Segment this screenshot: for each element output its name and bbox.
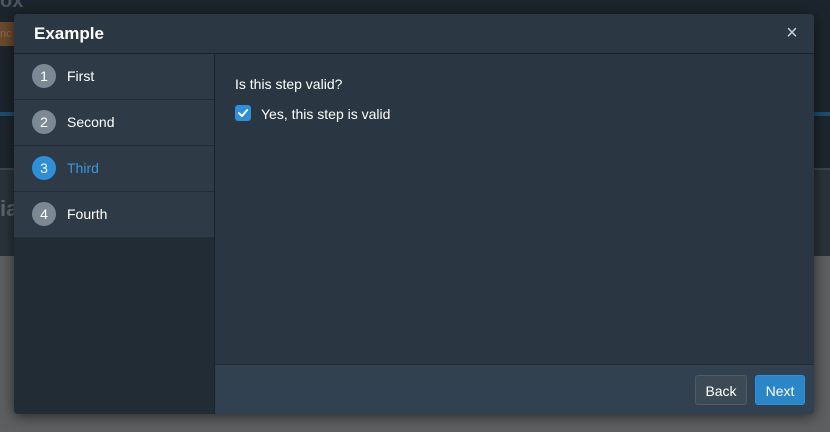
step-number: 4 (32, 202, 56, 226)
step-first[interactable]: 1 First (14, 54, 214, 100)
next-button[interactable]: Next (755, 375, 805, 405)
step-number: 3 (32, 156, 56, 180)
step-question: Is this step valid? (235, 76, 343, 92)
back-button[interactable]: Back (695, 375, 747, 405)
step-label: Third (67, 160, 99, 176)
step-number: 2 (32, 110, 56, 134)
valid-checkbox-label[interactable]: Yes, this step is valid (261, 106, 390, 122)
step-second[interactable]: 2 Second (14, 100, 214, 146)
modal-header: Example × (14, 14, 814, 54)
step-number: 1 (32, 64, 56, 88)
step-label: Second (67, 114, 115, 130)
background-title: ox (0, 0, 24, 12)
modal-footer: Back Next (215, 364, 814, 414)
background-band-text: ia (0, 196, 14, 221)
step-fourth[interactable]: 4 Fourth (14, 192, 214, 238)
wizard-steps: 1 First 2 Second 3 Third 4 Fourth (14, 54, 215, 414)
modal-title: Example (34, 24, 104, 43)
check-icon (238, 109, 249, 117)
step-label: Fourth (67, 206, 108, 222)
valid-checkbox[interactable] (235, 105, 251, 121)
step-third[interactable]: 3 Third (14, 146, 214, 192)
wizard-modal: Example × 1 First 2 Second 3 Third 4 Fou… (14, 14, 814, 414)
step-label: First (67, 68, 95, 84)
close-icon[interactable]: × (782, 23, 802, 43)
step-content: Is this step valid? Yes, this step is va… (215, 54, 814, 364)
